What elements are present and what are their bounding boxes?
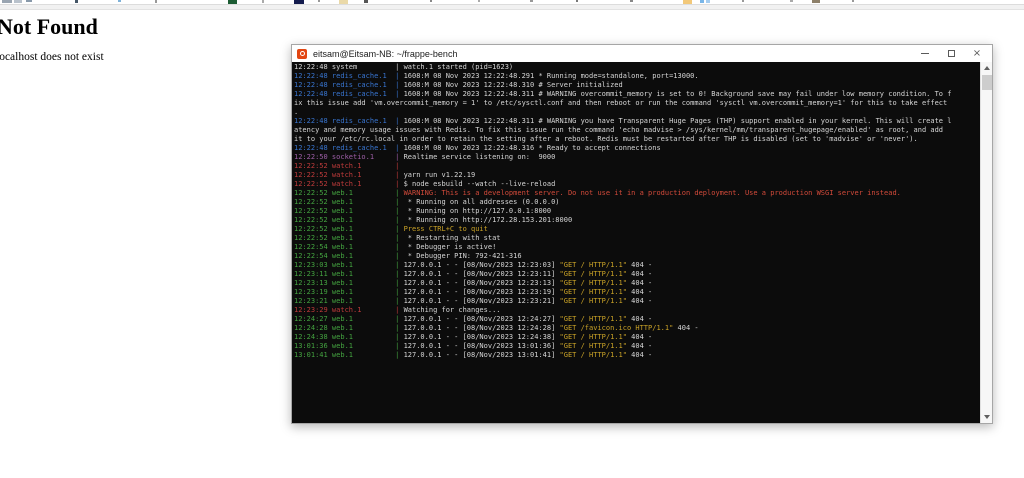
bookmark-favicon[interactable] [262, 0, 264, 3]
terminal-line: 12:22:48 redis_cache.1 | 1608:M 08 Nov 2… [294, 72, 699, 80]
browser-chrome-edge [0, 4, 1024, 10]
terminal-titlebar[interactable]: eitsam@Eitsam-NB: ~/frappe-bench × [292, 45, 992, 62]
terminal-output: 12:22:48 system | watch.1 started (pid=1… [292, 62, 980, 360]
bookmark-favicon[interactable] [75, 0, 78, 3]
terminal-line: 12:23:03 web.1 | 127.0.0.1 - - [08/Nov/2… [294, 261, 653, 269]
bookmark-favicon[interactable] [318, 0, 320, 2]
terminal-line: it to your /etc/rc.local in order to ret… [294, 135, 918, 143]
bookmark-favicon[interactable] [530, 0, 533, 2]
terminal-line: 12:22:52 web.1 | WARNING: This is a deve… [294, 189, 901, 197]
scroll-up-button[interactable] [981, 62, 992, 74]
terminal-title: eitsam@Eitsam-NB: ~/frappe-bench [313, 48, 458, 59]
terminal-line: 12:22:52 web.1 | * Running on all addres… [294, 198, 560, 206]
page-title: Not Found [0, 14, 98, 39]
terminal-line: ix this issue add 'vm.overcommit_memory … [294, 99, 948, 107]
terminal-line: 12:24:38 web.1 | 127.0.0.1 - - [08/Nov/2… [294, 333, 653, 341]
minimize-icon [921, 53, 929, 54]
bookmark-favicon[interactable] [812, 0, 820, 3]
scrollbar-thumb[interactable] [982, 75, 992, 90]
bookmark-favicon[interactable] [852, 0, 854, 2]
terminal-content[interactable]: 12:22:48 system | watch.1 started (pid=1… [292, 62, 992, 423]
terminal-line: 12:24:28 web.1 | 127.0.0.1 - - [08/Nov/2… [294, 324, 699, 332]
terminal-line: 12:23:11 web.1 | 127.0.0.1 - - [08/Nov/2… [294, 270, 653, 278]
bookmark-favicon[interactable] [706, 0, 710, 3]
terminal-line: 12:22:52 watch.1 | [294, 162, 400, 170]
terminal-line: . [294, 108, 299, 116]
terminal-line: 12:22:52 web.1 | * Running on http://127… [294, 207, 552, 215]
close-button[interactable]: × [964, 46, 990, 61]
bookmark-favicon[interactable] [2, 0, 12, 3]
terminal-line: atency and memory usage issues with Redi… [294, 126, 944, 134]
minimize-button[interactable] [912, 46, 938, 61]
terminal-line: 12:22:52 web.1 | Press CTRL+C to quit [294, 225, 488, 233]
terminal-line: 12:22:52 watch.1 | yarn run v1.22.19 [294, 171, 476, 179]
terminal-line: 12:22:50 socketio.1 | Realtime service l… [294, 153, 556, 161]
bookmark-favicon[interactable] [14, 0, 22, 3]
terminal-line: 12:22:54 web.1 | * Debugger is active! [294, 243, 497, 251]
terminal-line: 13:01:41 web.1 | 127.0.0.1 - - [08/Nov/2… [294, 351, 653, 359]
terminal-line: 12:24:27 web.1 | 127.0.0.1 - - [08/Nov/2… [294, 315, 653, 323]
terminal-line: 12:22:48 redis_cache.1 | 1608:M 08 Nov 2… [294, 90, 952, 98]
bookmark-favicon[interactable] [790, 0, 793, 2]
bookmark-favicon[interactable] [742, 0, 744, 2]
maximize-button[interactable] [938, 46, 964, 61]
bookmark-favicon[interactable] [430, 0, 432, 2]
maximize-icon [947, 50, 955, 57]
bookmark-favicon[interactable] [26, 0, 32, 2]
terminal-line: 12:22:52 web.1 | * Running on http://172… [294, 216, 573, 224]
scroll-down-button[interactable] [981, 411, 992, 423]
terminal-line: 12:22:48 redis_cache.1 | 1608:M 08 Nov 2… [294, 117, 952, 125]
terminal-scrollbar[interactable] [980, 62, 992, 423]
bookmark-favicon[interactable] [478, 0, 480, 2]
bookmark-favicon[interactable] [630, 0, 633, 2]
arrow-up-icon [984, 66, 990, 70]
terminal-line: 12:22:52 watch.1 | $ node esbuild --watc… [294, 180, 556, 188]
terminal-line: 12:23:19 web.1 | 127.0.0.1 - - [08/Nov/2… [294, 288, 653, 296]
terminal-line: 12:22:54 web.1 | * Debugger PIN: 792-421… [294, 252, 522, 260]
terminal-line: 12:23:21 web.1 | 127.0.0.1 - - [08/Nov/2… [294, 297, 653, 305]
bookmark-favicon[interactable] [364, 0, 368, 3]
terminal-line: 12:22:48 system | watch.1 started (pid=1… [294, 63, 514, 71]
bookmark-favicon[interactable] [700, 0, 704, 3]
bookmark-favicon[interactable] [155, 0, 157, 3]
terminal-line: 13:01:36 web.1 | 127.0.0.1 - - [08/Nov/2… [294, 342, 653, 350]
terminal-line: 12:23:13 web.1 | 127.0.0.1 - - [08/Nov/2… [294, 279, 653, 287]
terminal-line: 12:23:29 watch.1 | Watching for changes.… [294, 306, 501, 314]
bookmark-favicon[interactable] [576, 0, 578, 2]
terminal-window: eitsam@Eitsam-NB: ~/frappe-bench × 12:22… [291, 44, 993, 424]
bookmark-favicon[interactable] [118, 0, 121, 2]
terminal-line: 12:22:48 redis_cache.1 | 1608:M 08 Nov 2… [294, 144, 661, 152]
arrow-down-icon [984, 415, 990, 419]
ubuntu-icon [297, 48, 307, 59]
terminal-line: 12:22:52 web.1 | * Restarting with stat [294, 234, 501, 242]
error-message: localhost does not exist [0, 51, 104, 63]
terminal-line: 12:22:48 redis_cache.1 | 1608:M 08 Nov 2… [294, 81, 623, 89]
close-icon: × [972, 47, 982, 59]
